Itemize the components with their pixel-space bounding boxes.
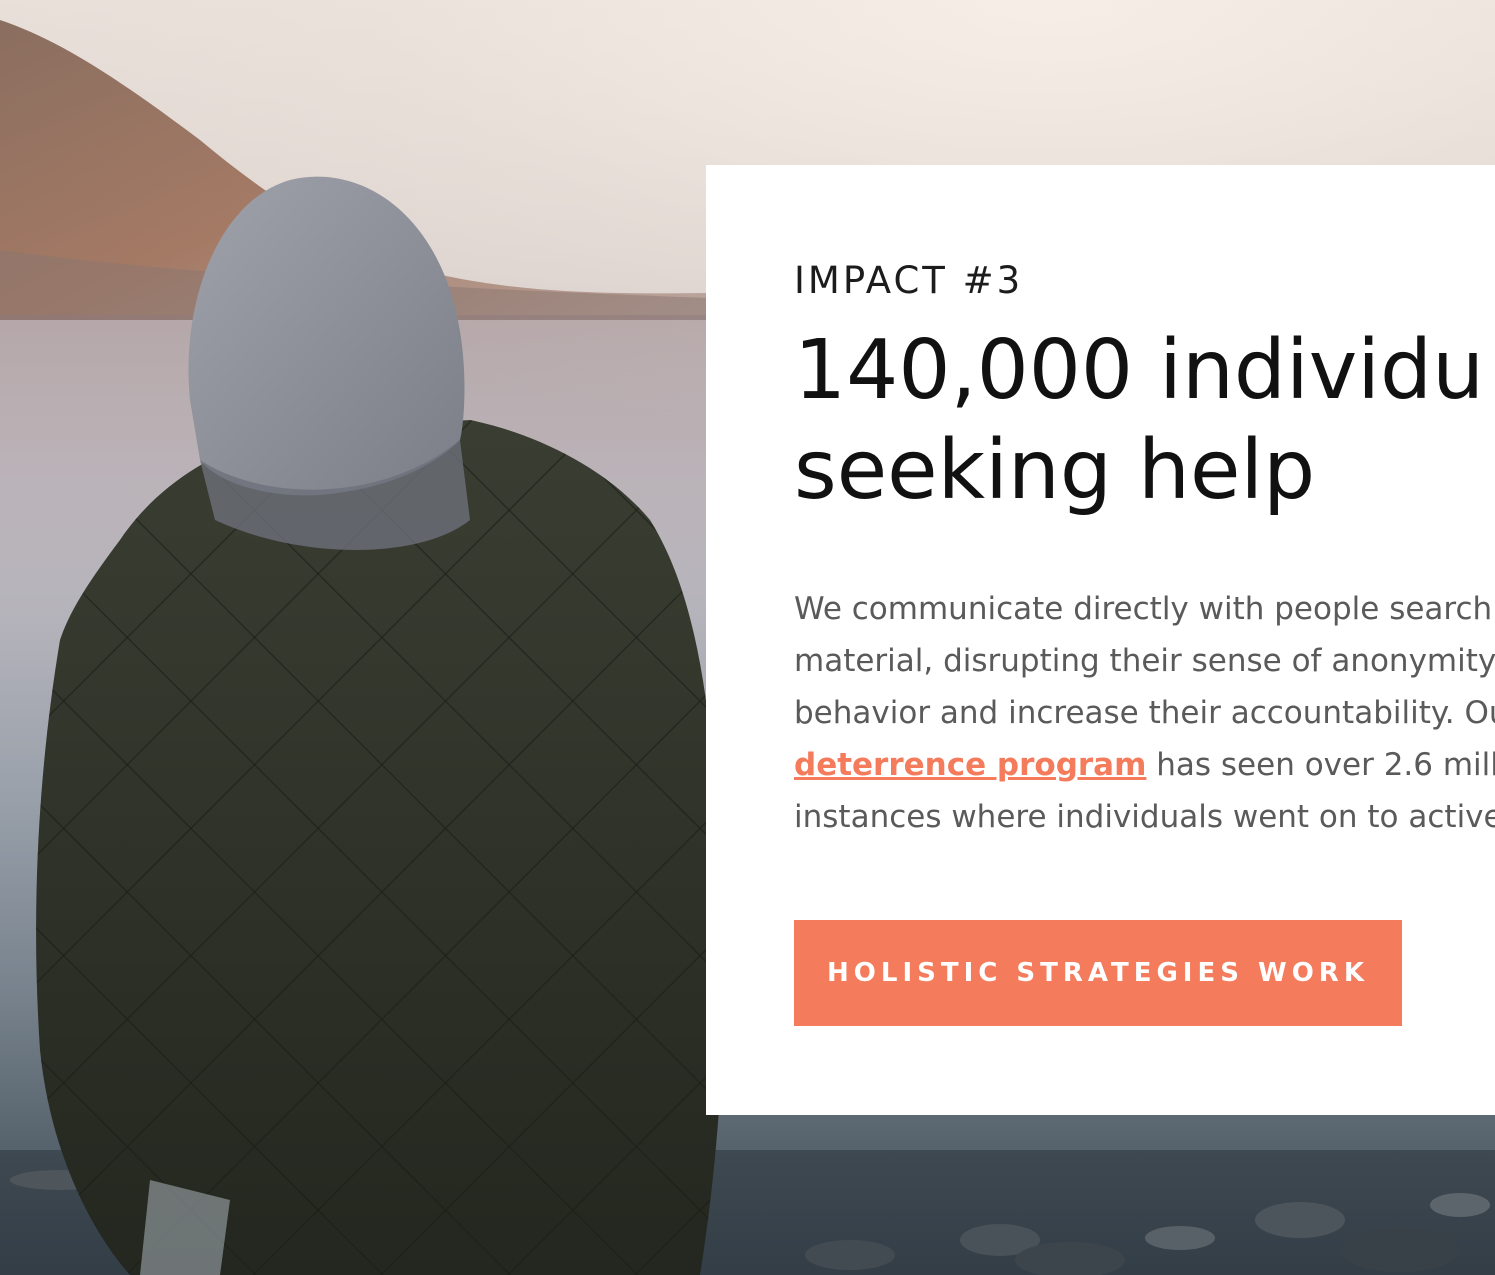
hooded-person-image <box>36 176 724 1275</box>
impact-card: IMPACT #3 140,000 individu seeking help … <box>706 165 1495 1115</box>
deterrence-program-link[interactable]: deterrence program <box>794 747 1146 783</box>
headline-line-1: 140,000 individu <box>794 323 1485 418</box>
body-line-1: We communicate directly with people sear… <box>794 591 1495 627</box>
holistic-strategies-button[interactable]: HOLISTIC STRATEGIES WORK <box>794 920 1402 1026</box>
headline-line-2: seeking help <box>794 423 1316 518</box>
body-line-3: behavior and increase their accountabili… <box>794 695 1495 731</box>
impact-description: We communicate directly with people sear… <box>794 583 1495 843</box>
body-line-5: instances where individuals went on to a… <box>794 799 1495 835</box>
impact-headline: 140,000 individu seeking help <box>794 321 1495 521</box>
hero-section: IMPACT #3 140,000 individu seeking help … <box>0 0 1495 1275</box>
impact-eyebrow: IMPACT #3 <box>794 259 1024 302</box>
body-line-4-text: has seen over 2.6 millior <box>1156 747 1495 783</box>
body-line-4: deterrence program has seen over 2.6 mil… <box>794 739 1495 791</box>
body-line-2: material, disrupting their sense of anon… <box>794 643 1495 679</box>
